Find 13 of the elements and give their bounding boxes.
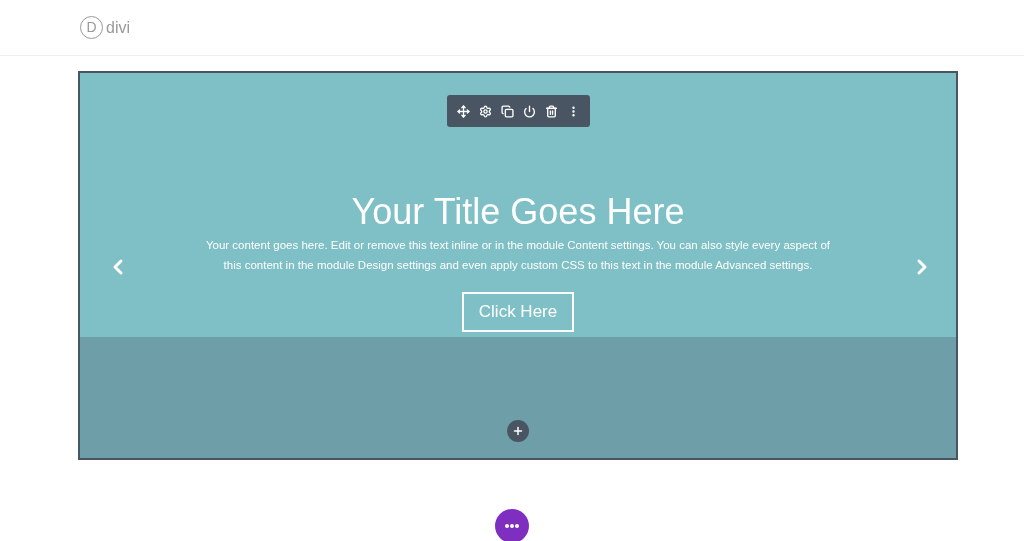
- plus-icon: [512, 425, 524, 437]
- slide-title: Your Title Goes Here: [351, 191, 685, 233]
- delete-icon[interactable]: [544, 104, 558, 118]
- logo-text: divi: [106, 17, 130, 38]
- more-options-button[interactable]: [495, 509, 529, 541]
- cta-button[interactable]: Click Here: [462, 292, 574, 332]
- slide-content: Your content goes here. Edit or remove this text inline or in the module Content settings. You can also style every aspect of this content in the module Design settings and even apply custom CSS to this text in the module Advanced settings.: [204, 238, 832, 273]
- duplicate-icon[interactable]: [500, 104, 514, 118]
- more-icon: [505, 524, 519, 528]
- add-module-button[interactable]: [507, 420, 529, 442]
- move-icon[interactable]: [456, 104, 470, 118]
- power-icon[interactable]: [522, 104, 536, 118]
- settings-icon[interactable]: [478, 104, 492, 118]
